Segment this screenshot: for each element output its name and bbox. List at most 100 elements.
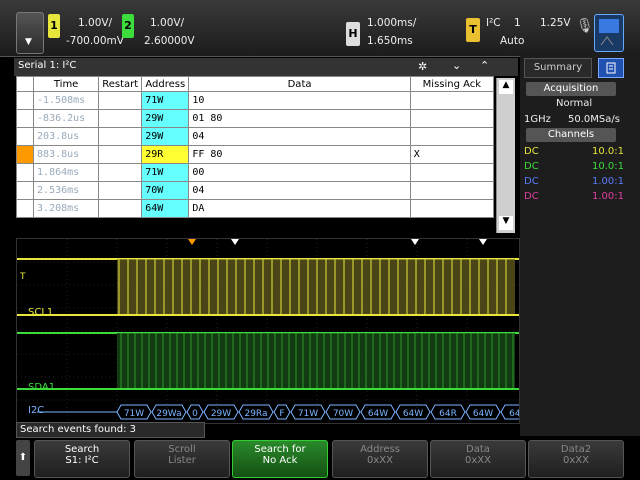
decode-label: 64W: [368, 409, 388, 419]
decode-label: 64R: [439, 409, 457, 419]
cell-data: 04: [188, 127, 411, 146]
softkey-value: No Ack: [262, 455, 298, 466]
cell-data: DA: [188, 199, 411, 218]
cell-restart: [98, 91, 143, 110]
decode-label: 71W: [124, 409, 144, 419]
cell-sel: [15, 91, 35, 110]
col-time[interactable]: Time: [33, 76, 100, 92]
cell-time: 1.864ms: [33, 163, 100, 182]
softkey-value: Lister: [168, 455, 196, 466]
channel-coupling: DC: [524, 176, 539, 187]
trigger-level-marker: T: [20, 272, 26, 282]
softkey-4[interactable]: Address 0xXX: [332, 440, 428, 478]
gear-icon[interactable]: ✲: [418, 60, 427, 73]
decode-label: F: [279, 409, 284, 419]
back-icon[interactable]: ⬆: [16, 440, 30, 476]
cell-ack: X: [409, 145, 495, 164]
bus-label: I2C: [28, 405, 45, 416]
acq-mode: Normal: [556, 98, 593, 109]
waveform-display[interactable]: 71W 29Wa 0 29W 29Ra F 71W 70W 64W 64W 64R 64W 64R: [16, 238, 536, 424]
acq-rate: 50.0MSa/s: [568, 114, 620, 125]
col-address[interactable]: Address: [141, 76, 190, 92]
cell-addr: 70W: [141, 181, 190, 200]
decode-label: 0: [192, 409, 198, 419]
trigger-badge[interactable]: T: [466, 18, 480, 42]
cell-ack: [409, 109, 495, 128]
collapse-icon[interactable]: ⌄: [452, 59, 461, 72]
cell-restart: [98, 163, 143, 182]
decode-label: 64W: [403, 409, 423, 419]
cell-restart: [98, 145, 143, 164]
delay-value: 1.650ms: [367, 35, 413, 47]
touch-trigger-button[interactable]: [594, 14, 624, 52]
trigger-type: I²C: [486, 17, 501, 29]
channel1-scale: 1.00V/: [78, 17, 113, 29]
table-row[interactable]: -836.2us 29W 01 80: [15, 109, 495, 128]
channels-header: Channels: [526, 128, 616, 142]
cell-ack: [409, 163, 495, 182]
softkey-1[interactable]: Search S1: I²C: [34, 440, 130, 478]
summary-tab[interactable]: Summary: [524, 58, 592, 78]
cell-addr: 29R: [141, 145, 190, 164]
trigger-channel: 1: [514, 17, 521, 29]
cell-ack: [409, 127, 495, 146]
lister-table: Time Restart Address Data Missing Ack -1…: [15, 76, 495, 218]
table-row[interactable]: 1.864ms 71W 00: [15, 163, 495, 182]
table-row[interactable]: 3.208ms 64W DA: [15, 199, 495, 218]
channel2-badge[interactable]: 2: [122, 14, 134, 38]
table-row[interactable]: -1.508ms 71W 10: [15, 91, 495, 110]
list-icon[interactable]: [598, 58, 624, 78]
softkey-5[interactable]: Data 0xXX: [430, 440, 526, 478]
search-marker: [188, 239, 196, 245]
sda-label: SDA1: [28, 382, 56, 393]
col-restart[interactable]: Restart: [98, 76, 143, 92]
scroll-up-icon[interactable]: ▲: [499, 80, 513, 94]
acquisition-header: Acquisition: [526, 82, 616, 96]
edge-icon: [599, 19, 619, 46]
channel-probe-ratio: 1.00:1: [592, 176, 624, 187]
table-row[interactable]: 203.8us 29W 04: [15, 127, 495, 146]
channel2-offset: 2.60000V: [144, 35, 195, 47]
trigger-mode: Auto: [500, 35, 525, 47]
cell-sel: [15, 199, 35, 218]
cell-sel: [15, 145, 35, 164]
channel1-offset: -700.00mV: [66, 35, 124, 47]
decode-label: 29Ra: [244, 409, 267, 419]
softkey-2[interactable]: Scroll Lister: [134, 440, 230, 478]
table-row[interactable]: 2.536ms 70W 04: [15, 181, 495, 200]
softkey-3[interactable]: Search for No Ack: [232, 440, 328, 478]
channel-probe-ratio: 1.00:1: [592, 191, 624, 202]
cell-restart: [98, 181, 143, 200]
cell-sel: [15, 163, 35, 182]
horizontal-badge[interactable]: H: [346, 22, 360, 46]
softkey-label: Search: [64, 444, 100, 455]
main-menu-button[interactable]: ▼: [16, 12, 44, 54]
decode-label: 70W: [333, 409, 353, 419]
cell-sel: [15, 127, 35, 146]
lister-scrollbar[interactable]: ▲ ▼: [496, 78, 515, 233]
cell-addr: 29W: [141, 127, 190, 146]
cell-restart: [98, 109, 143, 128]
decode-label: 71W: [298, 409, 318, 419]
lister-header: Serial 1: I²C ✲ ⌄ ⌃: [14, 58, 518, 76]
table-row[interactable]: 883.8us 29R FF 80 X: [15, 145, 495, 164]
cell-data: 01 80: [188, 109, 411, 128]
col-data[interactable]: Data: [188, 76, 411, 92]
cell-restart: [98, 127, 143, 146]
lister-title: Serial 1: I²C: [18, 60, 77, 71]
col-missing-ack[interactable]: Missing Ack: [409, 76, 495, 92]
channel1-badge[interactable]: 1: [48, 14, 60, 38]
channel-coupling: DC: [524, 191, 539, 202]
softkey-value: 0xXX: [465, 455, 491, 466]
microphone-icon[interactable]: 🎙: [576, 18, 594, 34]
search-marker: [231, 239, 239, 245]
cell-sel: [15, 109, 35, 128]
cell-addr: 71W: [141, 91, 190, 110]
softkey-6[interactable]: Data2 0xXX: [528, 440, 624, 478]
scl-label: SCL1: [28, 307, 54, 318]
expand-icon[interactable]: ⌃: [480, 59, 489, 72]
cell-data: 04: [188, 181, 411, 200]
scroll-down-icon[interactable]: ▼: [499, 216, 513, 230]
cell-time: 203.8us: [33, 127, 100, 146]
cell-time: -1.508ms: [33, 91, 100, 110]
